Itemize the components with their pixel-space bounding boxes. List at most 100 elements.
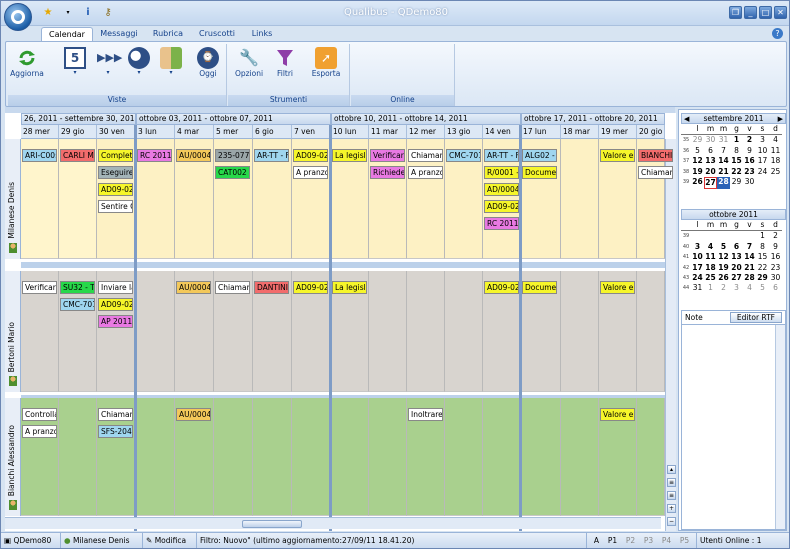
mini-calendar-september[interactable]: ◀ settembre 2011 ▶ l m m g v s d 35 29 30 31 1 2 3 4 36 5 6… <box>681 113 786 190</box>
calendar-event[interactable]: AU/0004 <box>176 408 211 421</box>
chevron-down-icon[interactable]: ▾ <box>64 69 86 76</box>
day-header[interactable]: 17 lun <box>521 125 561 139</box>
calendar-event[interactable]: Documer <box>522 166 557 179</box>
oggi-button[interactable]: ⌚ Oggi <box>194 47 222 78</box>
chevron-down-icon[interactable]: ▾ <box>128 69 150 76</box>
resource-header[interactable]: Bianchi Alessandro <box>5 398 21 516</box>
calendar-event[interactable]: CAT002 - <box>215 166 250 179</box>
calendar-event[interactable]: DANTINI <box>254 281 289 294</box>
mini-calendar-day[interactable]: 7 <box>717 146 730 156</box>
calendar-event[interactable]: Controlla <box>22 408 57 421</box>
calendar-event[interactable]: AD/0004 <box>484 183 519 196</box>
page-button-p1[interactable]: P1 <box>605 533 620 548</box>
mini-calendar-day[interactable]: 22 <box>730 167 743 177</box>
users-view-button[interactable]: ▾ <box>160 47 182 76</box>
day-header[interactable]: 4 mar <box>175 125 214 139</box>
mini-calendar-day[interactable]: 6 <box>704 146 717 156</box>
mini-calendar-day[interactable]: 17 <box>691 263 704 273</box>
chevron-down-icon[interactable]: ▾ <box>96 69 120 76</box>
month-view-button[interactable]: ▾ <box>128 47 150 76</box>
mini-calendar-day[interactable]: 13 <box>730 252 743 262</box>
mini-calendar-day[interactable]: 6 <box>730 242 743 252</box>
scroll-thumb[interactable] <box>242 520 302 528</box>
mini-calendar-day[interactable]: 19 <box>717 263 730 273</box>
mini-calendar-day[interactable]: 10 <box>756 146 769 156</box>
calendar-event[interactable]: A pranzo <box>293 166 328 179</box>
day-header[interactable]: 7 ven <box>292 125 331 139</box>
calendar-event[interactable]: Documer <box>522 281 557 294</box>
calendar-event[interactable]: CMC-701 <box>60 298 95 311</box>
mini-calendar-day[interactable]: 27 <box>730 273 743 283</box>
mini-calendar-day[interactable]: 27 <box>704 177 717 190</box>
mini-calendar-day[interactable] <box>717 231 730 241</box>
calendar-event[interactable]: A pranzo <box>22 425 57 438</box>
mini-calendar-grid[interactable]: l m m g v s d 39 1 2 40 3 4 5 6 7 8 9 41 10 11 12 13 14 15 16 42 17… <box>681 220 786 294</box>
calendar-event[interactable]: Valore e <box>600 149 635 162</box>
mini-calendar-day[interactable]: 29 <box>691 135 704 145</box>
mini-calendar-day[interactable]: 12 <box>691 156 704 166</box>
mini-calendar-day[interactable]: 30 <box>704 135 717 145</box>
calendar-event[interactable]: AR-TT - F <box>254 149 289 162</box>
mini-calendar-day[interactable]: 23 <box>769 263 782 273</box>
page-button-p3[interactable]: P3 <box>641 533 656 548</box>
calendar-event[interactable]: SFS-204 <box>98 425 133 438</box>
mini-calendar-day[interactable]: 26 <box>717 273 730 283</box>
mini-calendar-day[interactable]: 29 <box>730 177 743 189</box>
calendar-cell[interactable] <box>369 271 407 392</box>
mini-calendar-day[interactable]: 15 <box>730 156 743 166</box>
mini-calendar-day[interactable]: 11 <box>769 146 782 156</box>
calendar-event[interactable]: ALG02 - I <box>522 149 557 162</box>
calendar-cell[interactable] <box>331 398 369 516</box>
calendar-cell[interactable] <box>483 398 521 516</box>
calendar-event[interactable]: Richieder <box>370 166 405 179</box>
calendar-event[interactable]: Inoltrare <box>408 408 443 421</box>
calendar-event[interactable]: AP 2011 <box>98 315 133 328</box>
mini-calendar-day[interactable]: 24 <box>691 273 704 283</box>
calendar-event[interactable]: AD09-02 <box>484 281 519 294</box>
mini-calendar-day[interactable]: 21 <box>743 263 756 273</box>
mini-calendar-day[interactable]: 5 <box>717 242 730 252</box>
mini-calendar-day[interactable] <box>743 231 756 241</box>
chevron-down-icon[interactable]: ▾ <box>160 69 182 76</box>
mini-calendar-day[interactable]: 31 <box>691 283 704 293</box>
mini-calendar-day[interactable]: 7 <box>743 242 756 252</box>
calendar-event[interactable]: A pranzo <box>408 166 443 179</box>
calendar-event[interactable]: Inviare la <box>98 281 133 294</box>
calendar-event[interactable]: AD09-02 <box>98 298 133 311</box>
calendar-event[interactable]: AD09-02 <box>98 183 133 196</box>
mini-calendar-october[interactable]: ottobre 2011 l m m g v s d 39 1 2 40 3 4 5 6 7 8 9 41 10 11 1… <box>681 209 786 294</box>
mini-calendar-day[interactable]: 14 <box>717 156 730 166</box>
calendar-cell[interactable] <box>637 271 665 392</box>
calendar-event[interactable]: RC 2011 <box>137 149 172 162</box>
calendar-event[interactable]: Sentire C <box>98 200 133 213</box>
mini-calendar-day[interactable]: 5 <box>756 283 769 293</box>
calendar-cell[interactable] <box>521 398 561 516</box>
day-header[interactable]: 18 mar <box>561 125 599 139</box>
calendar-event[interactable]: CARLI MA <box>60 149 95 162</box>
day-header[interactable]: 13 gio <box>445 125 483 139</box>
mini-calendar-day[interactable]: 9 <box>743 146 756 156</box>
mini-calendar-day[interactable]: 19 <box>691 167 704 177</box>
calendar-cell[interactable] <box>214 398 253 516</box>
calendar-event[interactable]: Valore e <box>600 281 635 294</box>
day-header[interactable]: 30 ven <box>97 125 136 139</box>
mini-calendar-day[interactable] <box>691 231 704 241</box>
calendar-cell[interactable] <box>561 271 599 392</box>
calendar-cell[interactable] <box>253 398 292 516</box>
scroll-down-button[interactable]: ≡ <box>667 491 676 500</box>
notes-scrollbar[interactable] <box>775 325 785 529</box>
day-header[interactable]: 29 gio <box>59 125 97 139</box>
notes-textarea[interactable] <box>682 325 775 529</box>
mini-calendar-day[interactable] <box>704 231 717 241</box>
day-header[interactable]: 10 lun <box>331 125 369 139</box>
tab-links[interactable]: Links <box>245 27 279 41</box>
mini-calendar-day[interactable]: 17 <box>756 156 769 166</box>
mini-calendar-day[interactable]: 31 <box>717 135 730 145</box>
calendar-cell[interactable] <box>445 398 483 516</box>
prev-month-icon[interactable]: ◀ <box>684 114 689 124</box>
mini-calendar-day[interactable]: 2 <box>743 135 756 145</box>
calendar-event[interactable]: AD09-02 <box>484 200 519 213</box>
calendar-event[interactable]: 235-0770 <box>215 149 250 162</box>
close-button[interactable]: ✕ <box>774 6 787 19</box>
page-button-p4[interactable]: P4 <box>659 533 674 548</box>
